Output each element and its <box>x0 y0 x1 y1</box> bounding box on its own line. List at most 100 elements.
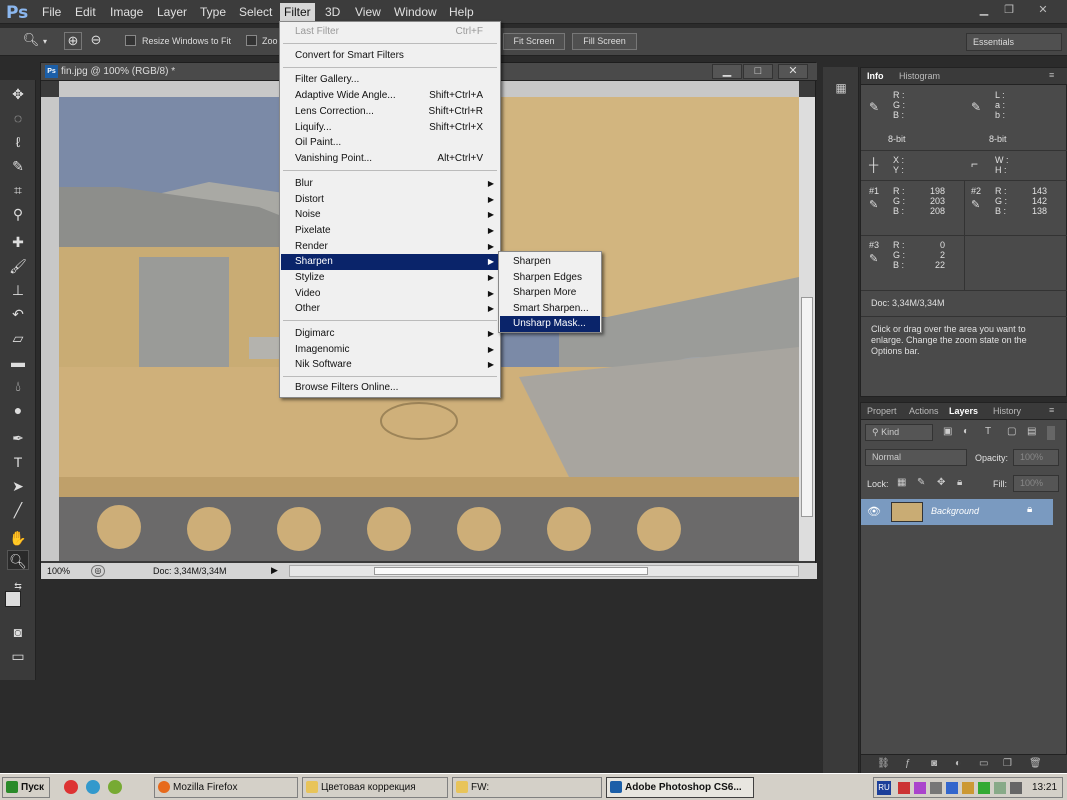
visibility-eye-icon[interactable]: 👁︎ <box>867 505 881 518</box>
lock-all-icon[interactable]: 🔒︎ <box>957 477 962 488</box>
panel-menu-icon[interactable]: ≡ <box>1049 70 1054 80</box>
menu-item-liquify[interactable]: Liquify... Shift+Ctrl+X <box>281 120 499 136</box>
filter-shape-icon[interactable]: ▢ <box>1007 426 1016 437</box>
menu-window[interactable]: Window <box>394 5 437 19</box>
adjustment-layer-icon[interactable]: ◐ <box>955 758 961 769</box>
marquee-tool-icon[interactable]: ◌ <box>7 108 29 128</box>
new-group-icon[interactable]: ▭ <box>979 758 988 769</box>
menu-3d[interactable]: 3D <box>325 5 340 19</box>
tab-actions[interactable]: Actions <box>909 406 939 416</box>
fit-screen-button[interactable]: Fit Screen <box>503 33 565 50</box>
tray-app-icon[interactable] <box>962 782 974 794</box>
blend-mode-select[interactable]: Normal <box>865 449 967 466</box>
clock[interactable]: 13:21 <box>1032 782 1057 793</box>
type-tool-icon[interactable]: T <box>7 452 29 472</box>
fill-screen-button[interactable]: Fill Screen <box>572 33 637 50</box>
history-panel-icon[interactable]: ▦ <box>831 81 851 99</box>
tab-layers[interactable]: Layers <box>949 406 978 416</box>
menu-item-oil-paint[interactable]: Oil Paint... <box>281 135 499 151</box>
tray-app-icon[interactable] <box>898 782 910 794</box>
horizontal-scrollbar[interactable] <box>289 565 799 577</box>
restore-icon[interactable]: ❐ <box>1000 3 1018 19</box>
ie-icon[interactable] <box>86 780 100 794</box>
menu-view[interactable]: View <box>355 5 381 19</box>
menu-select[interactable]: Select <box>239 5 272 19</box>
quick-select-tool-icon[interactable]: ✎ <box>7 156 29 176</box>
vertical-scroll-thumb[interactable] <box>801 297 813 517</box>
workspace-switcher[interactable]: Essentials <box>966 33 1062 51</box>
tray-app-icon[interactable] <box>930 782 942 794</box>
line-tool-icon[interactable]: ╱ <box>7 500 29 520</box>
lasso-tool-icon[interactable]: ℓ <box>7 132 29 152</box>
foreground-color-swatch[interactable] <box>5 591 21 607</box>
ruler-vertical[interactable] <box>41 97 59 561</box>
crop-tool-icon[interactable]: ⌗ <box>7 180 29 200</box>
hand-tool-icon[interactable]: ✋ <box>7 528 29 548</box>
menu-item-other[interactable]: Other ▶ <box>281 301 499 317</box>
media-player-icon[interactable] <box>108 780 122 794</box>
menu-item-noise[interactable]: Noise ▶ <box>281 207 499 223</box>
tab-history[interactable]: History <box>993 406 1021 416</box>
delete-layer-icon[interactable]: 🗑︎ <box>1029 758 1042 769</box>
zoom-out-icon[interactable]: ⊖ <box>87 32 105 50</box>
submenu-item-unsharp-mask[interactable]: Unsharp Mask... <box>500 316 600 332</box>
tray-app-icon[interactable] <box>914 782 926 794</box>
menu-item-sharpen[interactable]: Sharpen ▶ <box>281 254 499 270</box>
layer-style-icon[interactable]: ƒ <box>905 758 911 769</box>
vertical-scrollbar[interactable] <box>799 97 815 561</box>
menu-item-stylize[interactable]: Stylize ▶ <box>281 270 499 286</box>
panel-menu-icon[interactable]: ≡ <box>1049 405 1054 415</box>
doc-maximize-icon[interactable]: □ <box>743 64 773 79</box>
tray-app-icon[interactable] <box>978 782 990 794</box>
menu-item-digimarc[interactable]: Digimarc ▶ <box>281 326 499 342</box>
network-icon[interactable] <box>994 782 1006 794</box>
close-icon[interactable]: ✕ <box>1034 3 1052 19</box>
doc-close-icon[interactable]: ✕ <box>778 64 808 79</box>
tab-properties[interactable]: Propert <box>867 406 897 416</box>
doc-minimize-icon[interactable]: ▁ <box>712 64 742 79</box>
healing-brush-icon[interactable]: ✚ <box>7 232 29 252</box>
submenu-item-sharpen[interactable]: Sharpen <box>500 254 600 270</box>
zoom-tool-icon[interactable]: 🔍︎ <box>7 550 29 570</box>
opacity-field[interactable]: 100% <box>1013 449 1059 466</box>
menu-edit[interactable]: Edit <box>75 5 96 19</box>
layer-row-background[interactable]: 👁︎ Background 🔒︎ <box>861 499 1053 525</box>
menu-item-video[interactable]: Video ▶ <box>281 286 499 302</box>
status-icon[interactable]: ◎ <box>91 565 105 577</box>
link-layers-icon[interactable]: ⛓ <box>877 758 890 769</box>
menu-type[interactable]: Type <box>200 5 226 19</box>
menu-image[interactable]: Image <box>110 5 143 19</box>
lock-pixels-icon[interactable]: ✎ <box>917 477 925 488</box>
layer-mask-icon[interactable]: ◙ <box>931 758 937 769</box>
volume-icon[interactable] <box>1010 782 1022 794</box>
menu-item-filter-gallery[interactable]: Filter Gallery... <box>281 72 499 88</box>
menu-help[interactable]: Help <box>449 5 474 19</box>
layer-filter-kind[interactable]: ⚲ Kind <box>865 424 933 441</box>
menu-item-imagenomic[interactable]: Imagenomic ▶ <box>281 342 499 358</box>
menu-item-lens-correction[interactable]: Lens Correction... Shift+Ctrl+R <box>281 104 499 120</box>
lock-position-icon[interactable]: ✥ <box>937 477 945 488</box>
fill-field[interactable]: 100% <box>1013 475 1059 492</box>
menu-item-render[interactable]: Render ▶ <box>281 239 499 255</box>
filter-type-icon[interactable]: T <box>985 426 991 437</box>
menu-item-adaptive-wide-angle[interactable]: Adaptive Wide Angle... Shift+Ctrl+A <box>281 88 499 104</box>
menu-filter[interactable]: Filter <box>280 3 315 21</box>
menu-item-nik-software[interactable]: Nik Software ▶ <box>281 357 499 373</box>
taskbar-photoshop[interactable]: Adobe Photoshop CS6... <box>606 777 754 798</box>
menu-item-vanishing-point[interactable]: Vanishing Point... Alt+Ctrl+V <box>281 151 499 167</box>
move-tool-icon[interactable]: ✥ <box>7 84 29 104</box>
start-button[interactable]: Пуск <box>2 777 50 798</box>
chevron-down-icon[interactable]: ▾ <box>40 37 50 55</box>
chrome-icon[interactable] <box>64 780 78 794</box>
brush-tool-icon[interactable]: 🖌︎ <box>7 256 29 276</box>
minimize-icon[interactable]: ▁ <box>975 3 993 19</box>
menu-file[interactable]: File <box>42 5 61 19</box>
filter-smart-object-icon[interactable]: ▤ <box>1027 426 1036 437</box>
submenu-item-smart-sharpen[interactable]: Smart Sharpen... <box>500 301 600 317</box>
blur-tool-icon[interactable]: 💧︎ <box>7 376 29 396</box>
filter-toggle[interactable] <box>1047 426 1055 440</box>
filter-pixel-icon[interactable]: ▣ <box>943 426 952 437</box>
layer-name[interactable]: Background <box>931 506 979 516</box>
zoom-tool-icon[interactable]: 🔍︎ <box>22 32 40 50</box>
screen-mode-icon[interactable]: ▭ <box>7 646 29 666</box>
